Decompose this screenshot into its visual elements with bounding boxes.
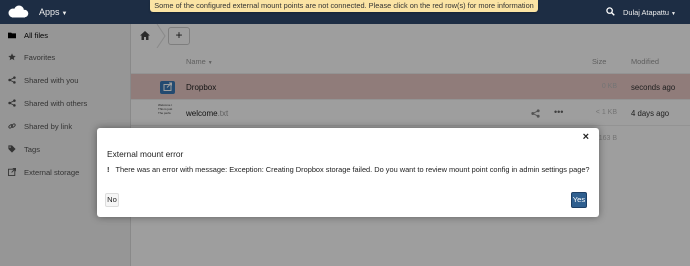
mount-warning-banner: Some of the configured external mount po… xyxy=(150,0,538,12)
apps-label: Apps xyxy=(39,7,60,17)
dialog-title: External mount error xyxy=(107,149,184,159)
dialog-message-text: There was an error with message: Excepti… xyxy=(115,165,590,174)
user-name: Dulaj Atapattu xyxy=(623,8,670,17)
external-mount-error-dialog: × External mount error ! There was an err… xyxy=(97,128,599,217)
chevron-down-icon: ▼ xyxy=(61,11,68,17)
warning-icon: ! xyxy=(107,165,110,174)
search-icon[interactable] xyxy=(606,7,615,16)
owncloud-logo[interactable] xyxy=(6,5,30,19)
no-button[interactable]: No xyxy=(105,193,119,207)
yes-button[interactable]: Yes xyxy=(571,192,587,208)
top-header: Apps ▼ Some of the configured external mo… xyxy=(0,0,690,24)
chevron-down-icon: ▼ xyxy=(671,11,676,17)
apps-menu[interactable]: Apps ▼ xyxy=(39,7,67,17)
user-menu[interactable]: Dulaj Atapattu ▼ xyxy=(623,8,676,17)
dialog-message: ! There was an error with message: Except… xyxy=(107,165,590,174)
close-icon[interactable]: × xyxy=(583,131,589,143)
